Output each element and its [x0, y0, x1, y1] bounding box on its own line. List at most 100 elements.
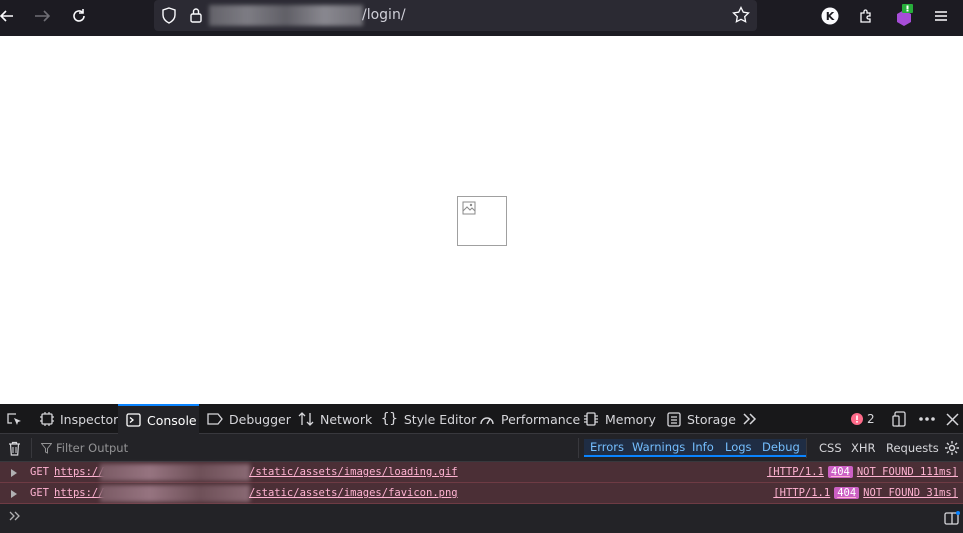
- response-protocol: [HTTP/1.1: [766, 466, 824, 478]
- arrow-right-icon: [35, 10, 50, 22]
- filter-errors-toggle[interactable]: Errors: [584, 439, 631, 457]
- account-avatar[interactable]: K: [821, 0, 839, 32]
- status-code-badge: 404: [827, 466, 853, 478]
- request-url-path[interactable]: /static/assets/images/favicon.png: [249, 487, 458, 499]
- tab-label: Debugger: [229, 411, 291, 427]
- console-settings-button[interactable]: [944, 434, 960, 462]
- tab-label: Memory: [605, 411, 656, 427]
- tab-label: Storage: [687, 411, 736, 427]
- double-chevron-right-icon: [743, 413, 757, 425]
- tab-console[interactable]: Console: [118, 404, 199, 434]
- inspector-icon: [40, 412, 54, 426]
- extensions-button[interactable]: [857, 0, 875, 32]
- svg-text:K: K: [826, 10, 835, 23]
- filter-logs-toggle[interactable]: Logs: [719, 439, 758, 457]
- redacted-host: [100, 464, 250, 481]
- element-picker-icon: [7, 413, 21, 425]
- tab-label: Style Editor: [403, 411, 477, 427]
- divider: [806, 438, 807, 458]
- lock-icon[interactable]: [189, 7, 203, 27]
- bookmark-star-icon[interactable]: [732, 6, 750, 28]
- response-reason: NOT FOUND 111ms]: [856, 466, 958, 478]
- forward-button[interactable]: [34, 0, 50, 32]
- error-count-badge[interactable]: 2: [851, 404, 875, 434]
- filter-info-toggle[interactable]: Info: [686, 439, 720, 457]
- arrow-left-icon: [0, 10, 13, 22]
- request-url-scheme[interactable]: https://: [54, 466, 105, 478]
- broken-image-icon: [462, 201, 476, 215]
- responsive-mode-icon: [892, 411, 906, 427]
- tab-network[interactable]: Network: [298, 404, 372, 434]
- url-bar[interactable]: /login/: [154, 0, 757, 31]
- filter-funnel-icon: [41, 442, 52, 454]
- filter-xhr-toggle[interactable]: XHR: [845, 439, 882, 457]
- memory-icon: [583, 411, 599, 427]
- console-filter-bar: Filter Output Errors Warnings Info Logs …: [0, 434, 963, 462]
- error-count: 2: [867, 412, 875, 426]
- broken-image: [457, 196, 507, 246]
- filter-placeholder: Filter Output: [56, 441, 129, 455]
- filter-debug-toggle[interactable]: Debug: [756, 439, 806, 457]
- tab-style-editor[interactable]: {} Style Editor: [381, 404, 476, 434]
- responsive-design-button[interactable]: [892, 404, 908, 434]
- filter-output-input[interactable]: Filter Output: [41, 434, 571, 462]
- request-url-scheme[interactable]: https://: [54, 487, 105, 499]
- browser-toolbar: /login/ K: [0, 0, 963, 36]
- tab-inspector[interactable]: Inspector: [40, 404, 118, 434]
- more-tools-button[interactable]: [742, 404, 758, 434]
- sidebar-toggle-button[interactable]: [944, 510, 960, 529]
- tab-debugger[interactable]: Debugger: [207, 404, 291, 434]
- tab-label: Network: [320, 411, 373, 427]
- performance-icon: [479, 412, 495, 426]
- divider: [578, 438, 579, 458]
- divider: [31, 438, 32, 458]
- expand-triangle-icon[interactable]: [11, 469, 17, 477]
- back-button[interactable]: [0, 0, 14, 32]
- reload-icon: [73, 9, 85, 22]
- tab-label: Performance: [501, 411, 581, 427]
- console-icon: [126, 413, 141, 427]
- console-input-line[interactable]: [0, 504, 963, 533]
- devtools-options-button[interactable]: [918, 404, 936, 434]
- tab-label: Console: [147, 412, 197, 428]
- tab-performance[interactable]: Performance: [479, 404, 580, 434]
- trash-icon: [9, 441, 20, 456]
- clear-console-button[interactable]: [8, 434, 21, 462]
- console-error-row[interactable]: GET https:// /static/assets/images/favic…: [0, 483, 963, 504]
- more-horizontal-icon: [919, 417, 935, 421]
- style-editor-icon: {}: [381, 411, 398, 427]
- filter-requests-toggle[interactable]: Requests: [880, 439, 945, 457]
- prompt-chevron-icon: [9, 511, 20, 521]
- response-status[interactable]: [HTTP/1.1 404 NOT FOUND 111ms]: [767, 466, 958, 478]
- split-panel-icon: [944, 511, 960, 525]
- redacted-host: [100, 485, 250, 502]
- puzzle-icon: [859, 8, 871, 23]
- expand-triangle-icon[interactable]: [11, 490, 17, 498]
- close-devtools-button[interactable]: [946, 404, 959, 434]
- response-protocol: [HTTP/1.1: [773, 487, 831, 499]
- tab-storage[interactable]: Storage: [667, 404, 736, 434]
- status-code-badge: 404: [834, 487, 860, 499]
- filter-warnings-toggle[interactable]: Warnings: [626, 439, 692, 457]
- extension-hexagon-button[interactable]: [894, 0, 914, 32]
- storage-icon: [667, 411, 681, 427]
- response-reason: NOT FOUND 31ms]: [863, 487, 958, 499]
- request-url-path[interactable]: /static/assets/images/loading.gif: [249, 466, 458, 478]
- hamburger-menu-icon: [935, 11, 947, 21]
- filter-css-toggle[interactable]: CSS: [813, 439, 848, 457]
- tracking-shield-icon[interactable]: [161, 7, 177, 28]
- redacted-host: [209, 5, 363, 26]
- request-method: GET: [30, 487, 49, 499]
- reload-button[interactable]: [70, 0, 88, 32]
- console-error-row[interactable]: GET https:// /static/assets/images/loadi…: [0, 462, 963, 483]
- response-status[interactable]: [HTTP/1.1 404 NOT FOUND 31ms]: [773, 487, 958, 499]
- pick-element-button[interactable]: [6, 404, 22, 434]
- close-icon: [946, 412, 959, 426]
- gear-icon: [945, 441, 959, 455]
- devtools-tabbar: Inspector Console Debugger Network {} St…: [0, 404, 963, 434]
- tab-memory[interactable]: Memory: [583, 404, 656, 434]
- account-k-icon: K: [821, 7, 839, 25]
- network-icon: [298, 411, 314, 427]
- menu-button[interactable]: [933, 0, 949, 32]
- error-icon: [851, 413, 863, 425]
